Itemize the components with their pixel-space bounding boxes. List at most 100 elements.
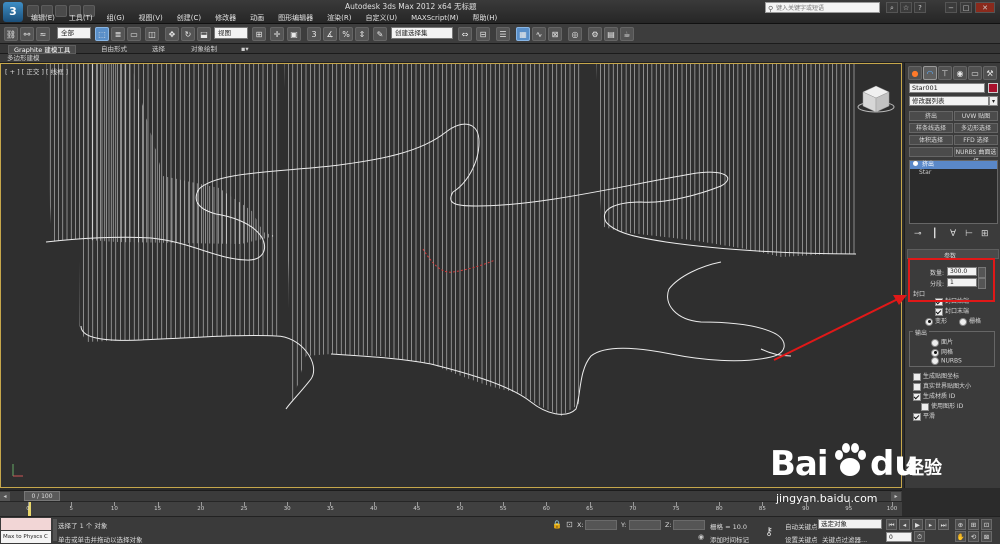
output-mesh-radio[interactable]: 网格 — [931, 347, 953, 357]
current-frame-field[interactable]: 0 — [886, 532, 912, 542]
render-setup-icon[interactable]: ⚙ — [588, 27, 602, 41]
real-world-map-checkbox[interactable]: 真实世界贴图大小 — [913, 381, 971, 391]
menu-create[interactable]: 创建(C) — [170, 13, 208, 23]
spline-select-button[interactable]: 样条线选择 — [909, 123, 953, 133]
menu-modifiers[interactable]: 修改器 — [208, 13, 243, 23]
maxscript-output[interactable]: Max to Physcs C — [1, 531, 51, 543]
menu-tools[interactable]: 工具(T) — [62, 13, 100, 23]
star-icon[interactable]: ☆ — [900, 2, 912, 13]
grid-radio[interactable]: 栅格 — [959, 316, 981, 326]
window-crossing-icon[interactable]: ◫ — [145, 27, 159, 41]
zoom-all-icon[interactable]: ⊞ — [968, 519, 979, 530]
rendered-frame-icon[interactable]: ▤ — [604, 27, 618, 41]
uvw-map-button[interactable]: UVW 贴图 — [954, 111, 998, 121]
pin-stack-icon[interactable]: ⊸ — [914, 229, 922, 239]
menu-help[interactable]: 帮助(H) — [466, 13, 505, 23]
transform-mode-icon[interactable]: ⊡ — [566, 520, 573, 529]
time-config-icon[interactable]: ⏱ — [914, 531, 925, 542]
menu-animation[interactable]: 动画 — [243, 13, 271, 23]
modifier-list-dropdown[interactable]: 修改器列表 — [909, 96, 989, 106]
cap-start-checkbox[interactable]: 封口始端 — [935, 296, 969, 306]
tab-freeform[interactable]: 自由形式 — [96, 45, 132, 54]
time-slider[interactable]: ◂ 0 / 100 ▸ — [0, 490, 902, 501]
morph-radio[interactable]: 变形 — [925, 316, 947, 326]
output-patch-radio[interactable]: 面片 — [931, 337, 953, 347]
make-unique-icon[interactable]: ∀ — [950, 229, 956, 239]
empty-modifier-button[interactable] — [909, 147, 953, 157]
percent-snap-icon[interactable]: % — [339, 27, 353, 41]
configure-sets-icon[interactable]: ⊞ — [981, 229, 989, 239]
object-name-field[interactable]: Star001 — [909, 83, 985, 93]
create-tab-icon[interactable]: ● — [908, 66, 922, 80]
show-end-result-icon[interactable]: ┃ — [932, 229, 937, 239]
auto-key-button[interactable]: 自动关键点 — [785, 521, 818, 531]
tab-graphite-modeling[interactable]: Graphite 建模工具 — [8, 45, 77, 54]
select-scale-icon[interactable]: ⬓ — [197, 27, 211, 41]
frame-counter[interactable]: 0 / 100 — [24, 491, 60, 501]
z-coordinate-field[interactable] — [673, 520, 705, 530]
previous-frame-icon[interactable]: ◂ — [899, 519, 910, 530]
prev-frame-icon[interactable]: ◂ — [0, 492, 10, 501]
object-color-swatch[interactable] — [988, 83, 998, 93]
segments-field[interactable]: 1 — [947, 278, 977, 287]
key-filter-dropdown[interactable]: 选定对象 — [818, 519, 882, 529]
poly-select-button[interactable]: 多边形选择 — [954, 123, 998, 133]
menu-rendering[interactable]: 渲染(R) — [320, 13, 358, 23]
track-bar[interactable]: 0 5 10 15 20 25 30 35 40 45 50 55 60 65 70 75 80 85 90 95 10… — [0, 501, 902, 516]
keyboard-shortcut-icon[interactable]: ▣ — [287, 27, 301, 41]
select-link-icon[interactable]: ⛓ — [4, 27, 18, 41]
time-tag-icon[interactable]: ◉ — [698, 533, 704, 541]
volume-select-button[interactable]: 体积选择 — [909, 135, 953, 145]
cap-end-checkbox[interactable]: 封口末端 — [935, 306, 969, 316]
use-shape-ids-checkbox[interactable]: 使用图形 ID — [921, 401, 963, 411]
lock-selection-icon[interactable]: 🔒 — [552, 520, 562, 529]
select-move-icon[interactable]: ✥ — [165, 27, 179, 41]
maxscript-listener-input[interactable] — [1, 518, 51, 530]
extrude-button[interactable]: 挤出 — [909, 111, 953, 121]
schematic-view-icon[interactable]: ⊠ — [548, 27, 562, 41]
stack-item-star[interactable]: Star — [910, 169, 997, 177]
parameters-rollout-header[interactable]: 参数 — [907, 249, 999, 260]
reference-coord-dropdown[interactable]: 视图 — [214, 27, 248, 39]
material-editor-icon[interactable]: ◎ — [568, 27, 582, 41]
minimize-icon[interactable]: − — [945, 2, 957, 13]
polygon-modeling-label[interactable]: 多边形建模 — [2, 54, 45, 63]
select-by-name-icon[interactable]: ≣ — [111, 27, 125, 41]
utilities-tab-icon[interactable]: ⚒ — [983, 66, 997, 80]
menu-group[interactable]: 组(G) — [100, 13, 132, 23]
rectangular-selection-icon[interactable]: ▭ — [127, 27, 141, 41]
menu-views[interactable]: 视图(V) — [132, 13, 170, 23]
curve-editor-icon[interactable]: ∿ — [532, 27, 546, 41]
output-nurbs-radio[interactable]: NURBS — [931, 357, 962, 365]
spinner-snap-icon[interactable]: ⇕ — [355, 27, 369, 41]
mirror-icon[interactable]: ⇔ — [458, 27, 472, 41]
motion-tab-icon[interactable]: ◉ — [953, 66, 967, 80]
select-rotate-icon[interactable]: ↻ — [181, 27, 195, 41]
x-coordinate-field[interactable] — [585, 520, 617, 530]
pivot-center-icon[interactable]: ⊞ — [252, 27, 266, 41]
set-key-button[interactable]: 设置关键点 — [785, 534, 818, 544]
layer-manager-icon[interactable]: ☰ — [496, 27, 510, 41]
smooth-checkbox[interactable]: 平滑 — [913, 411, 935, 421]
play-icon[interactable]: ▶ — [912, 519, 923, 530]
ffd-select-button[interactable]: FFD 选择 — [954, 135, 998, 145]
selection-filter-dropdown[interactable]: 全部 — [57, 27, 91, 39]
graphite-toggle-icon[interactable]: ▦ — [516, 27, 530, 41]
align-icon[interactable]: ⊟ — [476, 27, 490, 41]
unlink-icon[interactable]: ⚯ — [20, 27, 34, 41]
tab-selection[interactable]: 选择 — [147, 45, 170, 54]
next-key-icon[interactable]: ▸ — [925, 519, 936, 530]
segments-spinner-icon[interactable] — [978, 278, 986, 289]
display-tab-icon[interactable]: ▭ — [968, 66, 982, 80]
close-icon[interactable]: ✕ — [975, 2, 995, 13]
named-selection-dropdown[interactable]: 创建选择集 — [391, 27, 453, 39]
menu-maxscript[interactable]: MAXScript(M) — [404, 13, 465, 23]
nurbs-surface-select-button[interactable]: NURBS 曲面选择 — [954, 147, 998, 165]
select-manipulate-icon[interactable]: ✛ — [270, 27, 284, 41]
add-time-tag-button[interactable]: 添加时间标记 — [710, 534, 749, 544]
amount-field[interactable]: 300.0 — [947, 267, 977, 276]
modify-tab-icon[interactable]: ◠ — [923, 66, 937, 80]
help-search-icon[interactable]: ⌕ — [886, 2, 898, 13]
tab-object-paint[interactable]: 对象绘制 — [186, 45, 222, 54]
bind-space-warp-icon[interactable]: ≈ — [36, 27, 50, 41]
